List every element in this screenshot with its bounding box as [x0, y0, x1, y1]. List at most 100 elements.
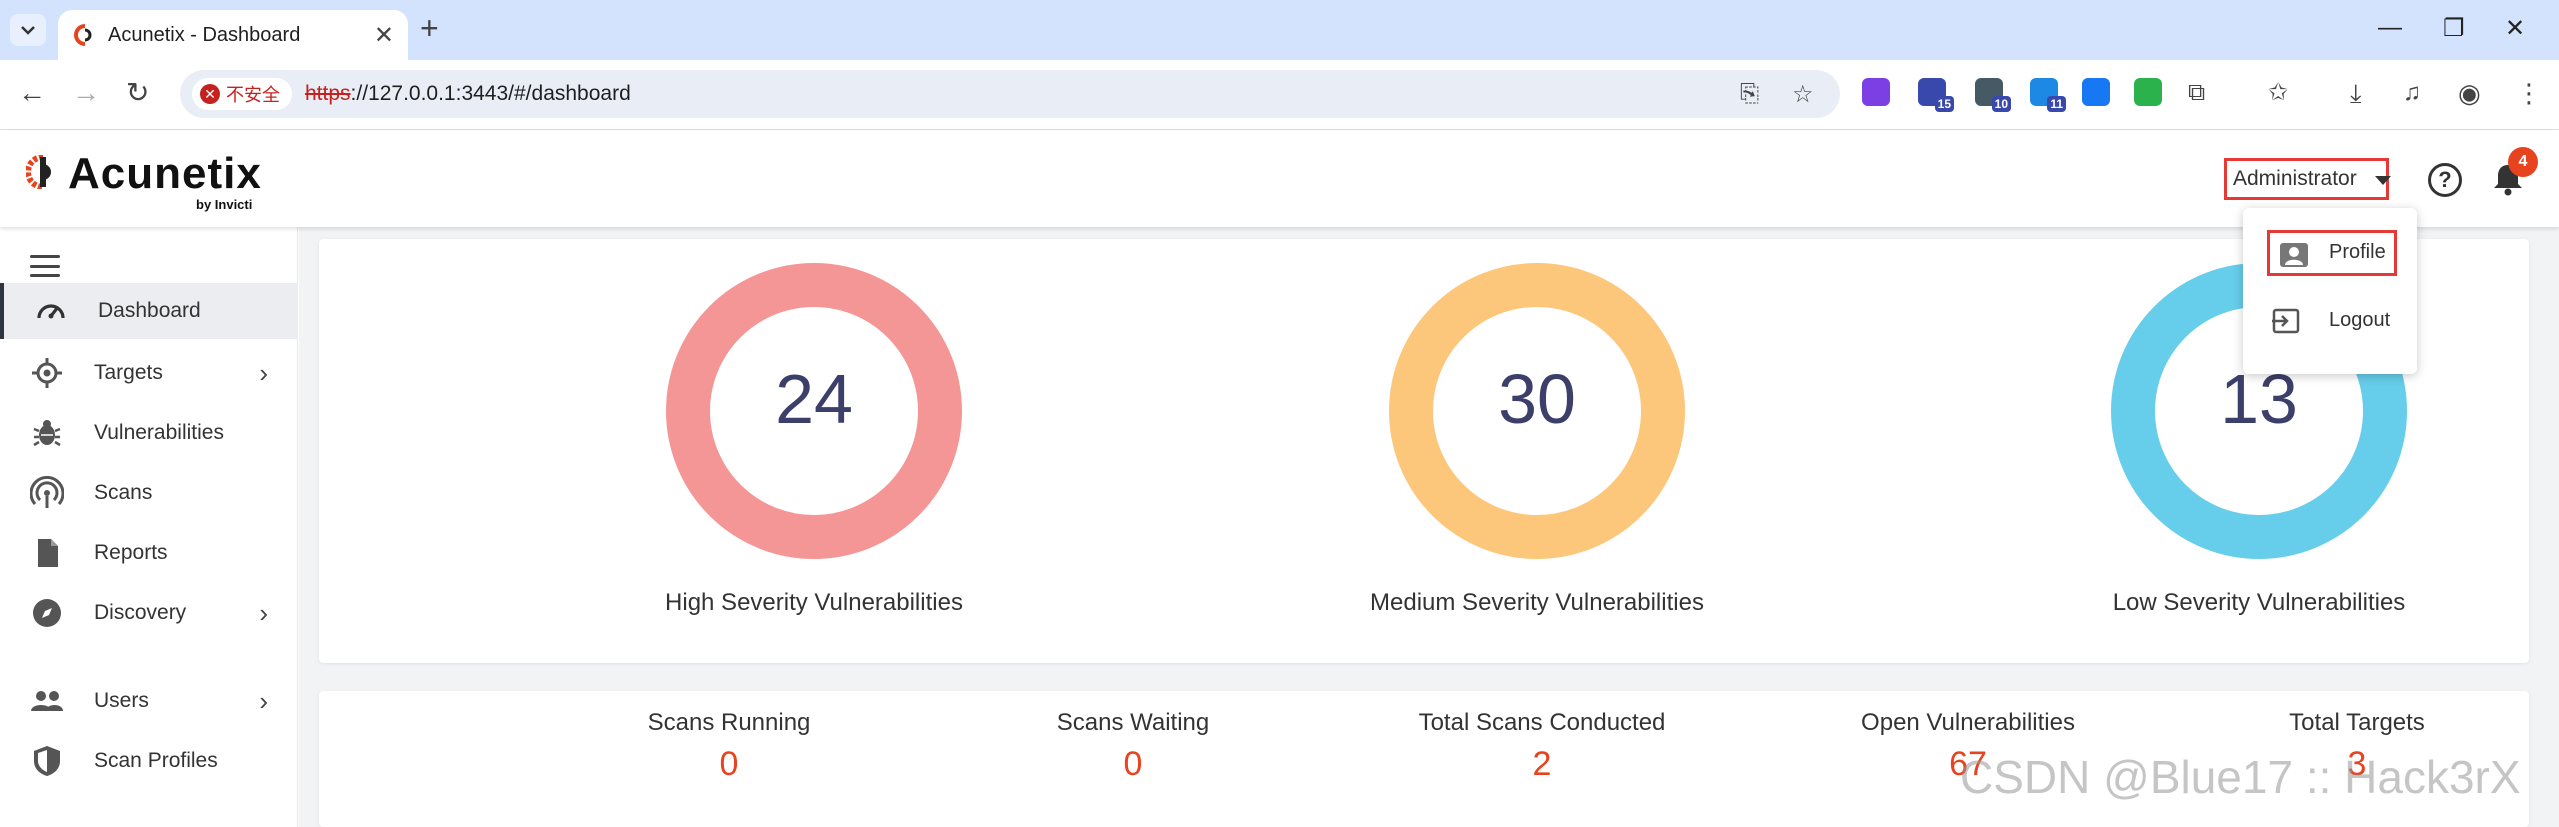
extension-badge: 11 — [2047, 96, 2066, 112]
bug-icon — [30, 416, 64, 450]
profile-menu-item[interactable]: Profile — [2243, 230, 2417, 276]
compass-icon — [30, 596, 64, 630]
browser-tab-active[interactable]: Acunetix - Dashboard ✕ — [58, 10, 408, 60]
stat-label: Total Scans Conducted — [1418, 709, 1666, 736]
new-tab-plus-icon[interactable]: + — [420, 12, 439, 44]
browser-menu-icon[interactable]: ⋮ — [2516, 78, 2542, 108]
browser-tab-bar: Acunetix - Dashboard ✕ + — ❐ ✕ — [0, 0, 2559, 60]
stat-label: Open Vulnerabilities — [1861, 709, 2075, 736]
watermark-text: CSDN @Blue17 :: Hack3rX — [1960, 751, 2521, 803]
administrator-dropdown-menu: Profile Logout — [2243, 208, 2417, 374]
help-question-icon[interactable]: ? — [2428, 163, 2462, 197]
security-chip[interactable]: ✕ 不安全 — [192, 78, 292, 110]
logo-subtitle: by Invicti — [196, 197, 253, 212]
reading-list-icon[interactable]: ✩ — [2268, 78, 2288, 108]
hamburger-menu-icon[interactable] — [30, 255, 60, 277]
calendar-extension-icon[interactable]: 11 — [2030, 78, 2066, 112]
close-window-icon[interactable]: ✕ — [2505, 14, 2525, 43]
stat-block: Total Scans Conducted 2 — [1362, 709, 1722, 784]
tab-search-button[interactable] — [10, 14, 46, 46]
check-extension-icon[interactable] — [2134, 78, 2162, 106]
butterfly-extension-icon[interactable] — [2082, 78, 2110, 106]
profile-card-icon — [2280, 243, 2308, 267]
severity-card: 24 High Severity Vulnerabilities 30 Medium … — [319, 239, 2529, 663]
code-extension-icon[interactable] — [1862, 78, 1890, 106]
stat-value[interactable]: 0 — [953, 745, 1313, 784]
sidebar-item-label: Scans — [94, 481, 153, 504]
back-arrow-icon[interactable]: ← — [18, 78, 46, 108]
sidebar-item-targets[interactable]: Targets › — [0, 345, 298, 401]
shield-icon — [30, 744, 64, 778]
minimize-window-icon[interactable]: — — [2378, 14, 2402, 42]
sidebar-item-label: Dashboard — [98, 299, 201, 322]
severity-count: 30 — [1498, 360, 1576, 438]
sidebar-item-label: Vulnerabilities — [94, 421, 224, 444]
stat-value[interactable]: 0 — [549, 745, 909, 784]
chevron-right-icon[interactable]: › — [259, 686, 268, 717]
profile-label: Profile — [2329, 241, 2386, 263]
browser-toolbar: ← → ↻ ✕ 不安全 https://127.0.0.1:3443/#/das… — [0, 60, 2559, 130]
caret-down-icon — [2374, 176, 2391, 185]
sidebar-item-scan-profiles[interactable]: Scan Profiles — [0, 733, 298, 789]
acunetix-logo-icon — [26, 155, 51, 189]
severity-label: High Severity Vulnerabilities — [665, 589, 963, 616]
logout-icon — [2272, 308, 2300, 334]
severity-block[interactable]: 24 High Severity Vulnerabilities — [604, 239, 1024, 663]
house-extension-icon[interactable]: 15 — [1918, 78, 1954, 112]
sidebar-item-scans[interactable]: Scans — [0, 465, 298, 521]
stat-label: Scans Waiting — [1056, 709, 1210, 736]
stat-value[interactable]: 2 — [1362, 745, 1722, 784]
url-protocol: https — [305, 82, 351, 105]
profile-avatar-icon[interactable]: ◉ — [2458, 78, 2481, 108]
acunetix-favicon-icon — [74, 24, 92, 46]
bookmark-star-icon[interactable]: ☆ — [1792, 80, 1814, 109]
logout-menu-item[interactable]: Logout — [2243, 298, 2417, 344]
logout-label: Logout — [2329, 309, 2391, 331]
sidebar: Dashboard Targets › Vulnerabilities Scans Rep… — [0, 227, 298, 827]
url-text[interactable]: https://127.0.0.1:3443/#/dashboard — [305, 82, 631, 106]
admin-label: Administrator — [2233, 167, 2357, 190]
tab-title: Acunetix - Dashboard — [108, 24, 301, 46]
sidebar-item-reports[interactable]: Reports — [0, 525, 298, 581]
download-icon[interactable]: ⤓ — [2350, 78, 2362, 108]
users-icon — [30, 684, 64, 718]
timer-extension-icon[interactable]: 10 — [1975, 78, 2011, 112]
media-control-icon[interactable]: ♫ — [2403, 78, 2421, 108]
sidebar-item-users[interactable]: Users › — [0, 673, 298, 729]
severity-count: 24 — [775, 360, 853, 438]
address-bar[interactable]: ✕ 不安全 https://127.0.0.1:3443/#/dashboard… — [180, 70, 1840, 118]
forward-arrow-icon[interactable]: → — [72, 78, 100, 108]
app-header: Acunetix by Invicti Administrator ? 4 — [0, 131, 2559, 227]
administrator-menu-button[interactable]: Administrator — [2224, 158, 2391, 200]
stat-label: Scans Running — [647, 709, 811, 736]
dashboard-gauge-icon — [34, 294, 68, 328]
sidebar-item-label: Reports — [94, 541, 168, 564]
reload-icon[interactable]: ↻ — [126, 78, 149, 108]
sidebar-item-vulnerabilities[interactable]: Vulnerabilities — [0, 405, 298, 461]
scan-radar-icon — [30, 476, 64, 510]
severity-label: Medium Severity Vulnerabilities — [1370, 589, 1704, 616]
tab-close-icon[interactable]: ✕ — [374, 21, 394, 50]
report-document-icon — [30, 536, 64, 570]
sidebar-item-dashboard[interactable]: Dashboard — [0, 283, 298, 339]
logo-text: Acunetix — [68, 149, 262, 198]
chevron-right-icon[interactable]: › — [259, 598, 268, 629]
restore-window-icon[interactable]: ❐ — [2443, 14, 2465, 43]
sidebar-item-label: Targets — [94, 361, 163, 384]
sidebar-item-discovery[interactable]: Discovery › — [0, 585, 298, 641]
severity-label: Low Severity Vulnerabilities — [2112, 589, 2406, 616]
sidebar-item-label: Discovery — [94, 601, 187, 624]
extension-badge: 10 — [1991, 96, 2011, 112]
translate-icon[interactable]: ⎘ — [1740, 80, 1759, 108]
stat-block: Scans Waiting 0 — [953, 709, 1313, 784]
extensions-puzzle-icon[interactable]: ⧉ — [2188, 78, 2205, 108]
chevron-right-icon[interactable]: › — [259, 358, 268, 389]
sidebar-item-label: Scan Profiles — [94, 749, 218, 772]
extension-badge: 15 — [1934, 96, 1954, 112]
url-path: ://127.0.0.1:3443/#/dashboard — [350, 82, 631, 105]
target-crosshair-icon — [30, 356, 64, 390]
notification-count-badge: 4 — [2508, 147, 2538, 177]
chevron-down-icon — [21, 26, 35, 35]
warning-icon: ✕ — [200, 84, 220, 104]
severity-block[interactable]: 30 Medium Severity Vulnerabilities — [1327, 239, 1747, 663]
